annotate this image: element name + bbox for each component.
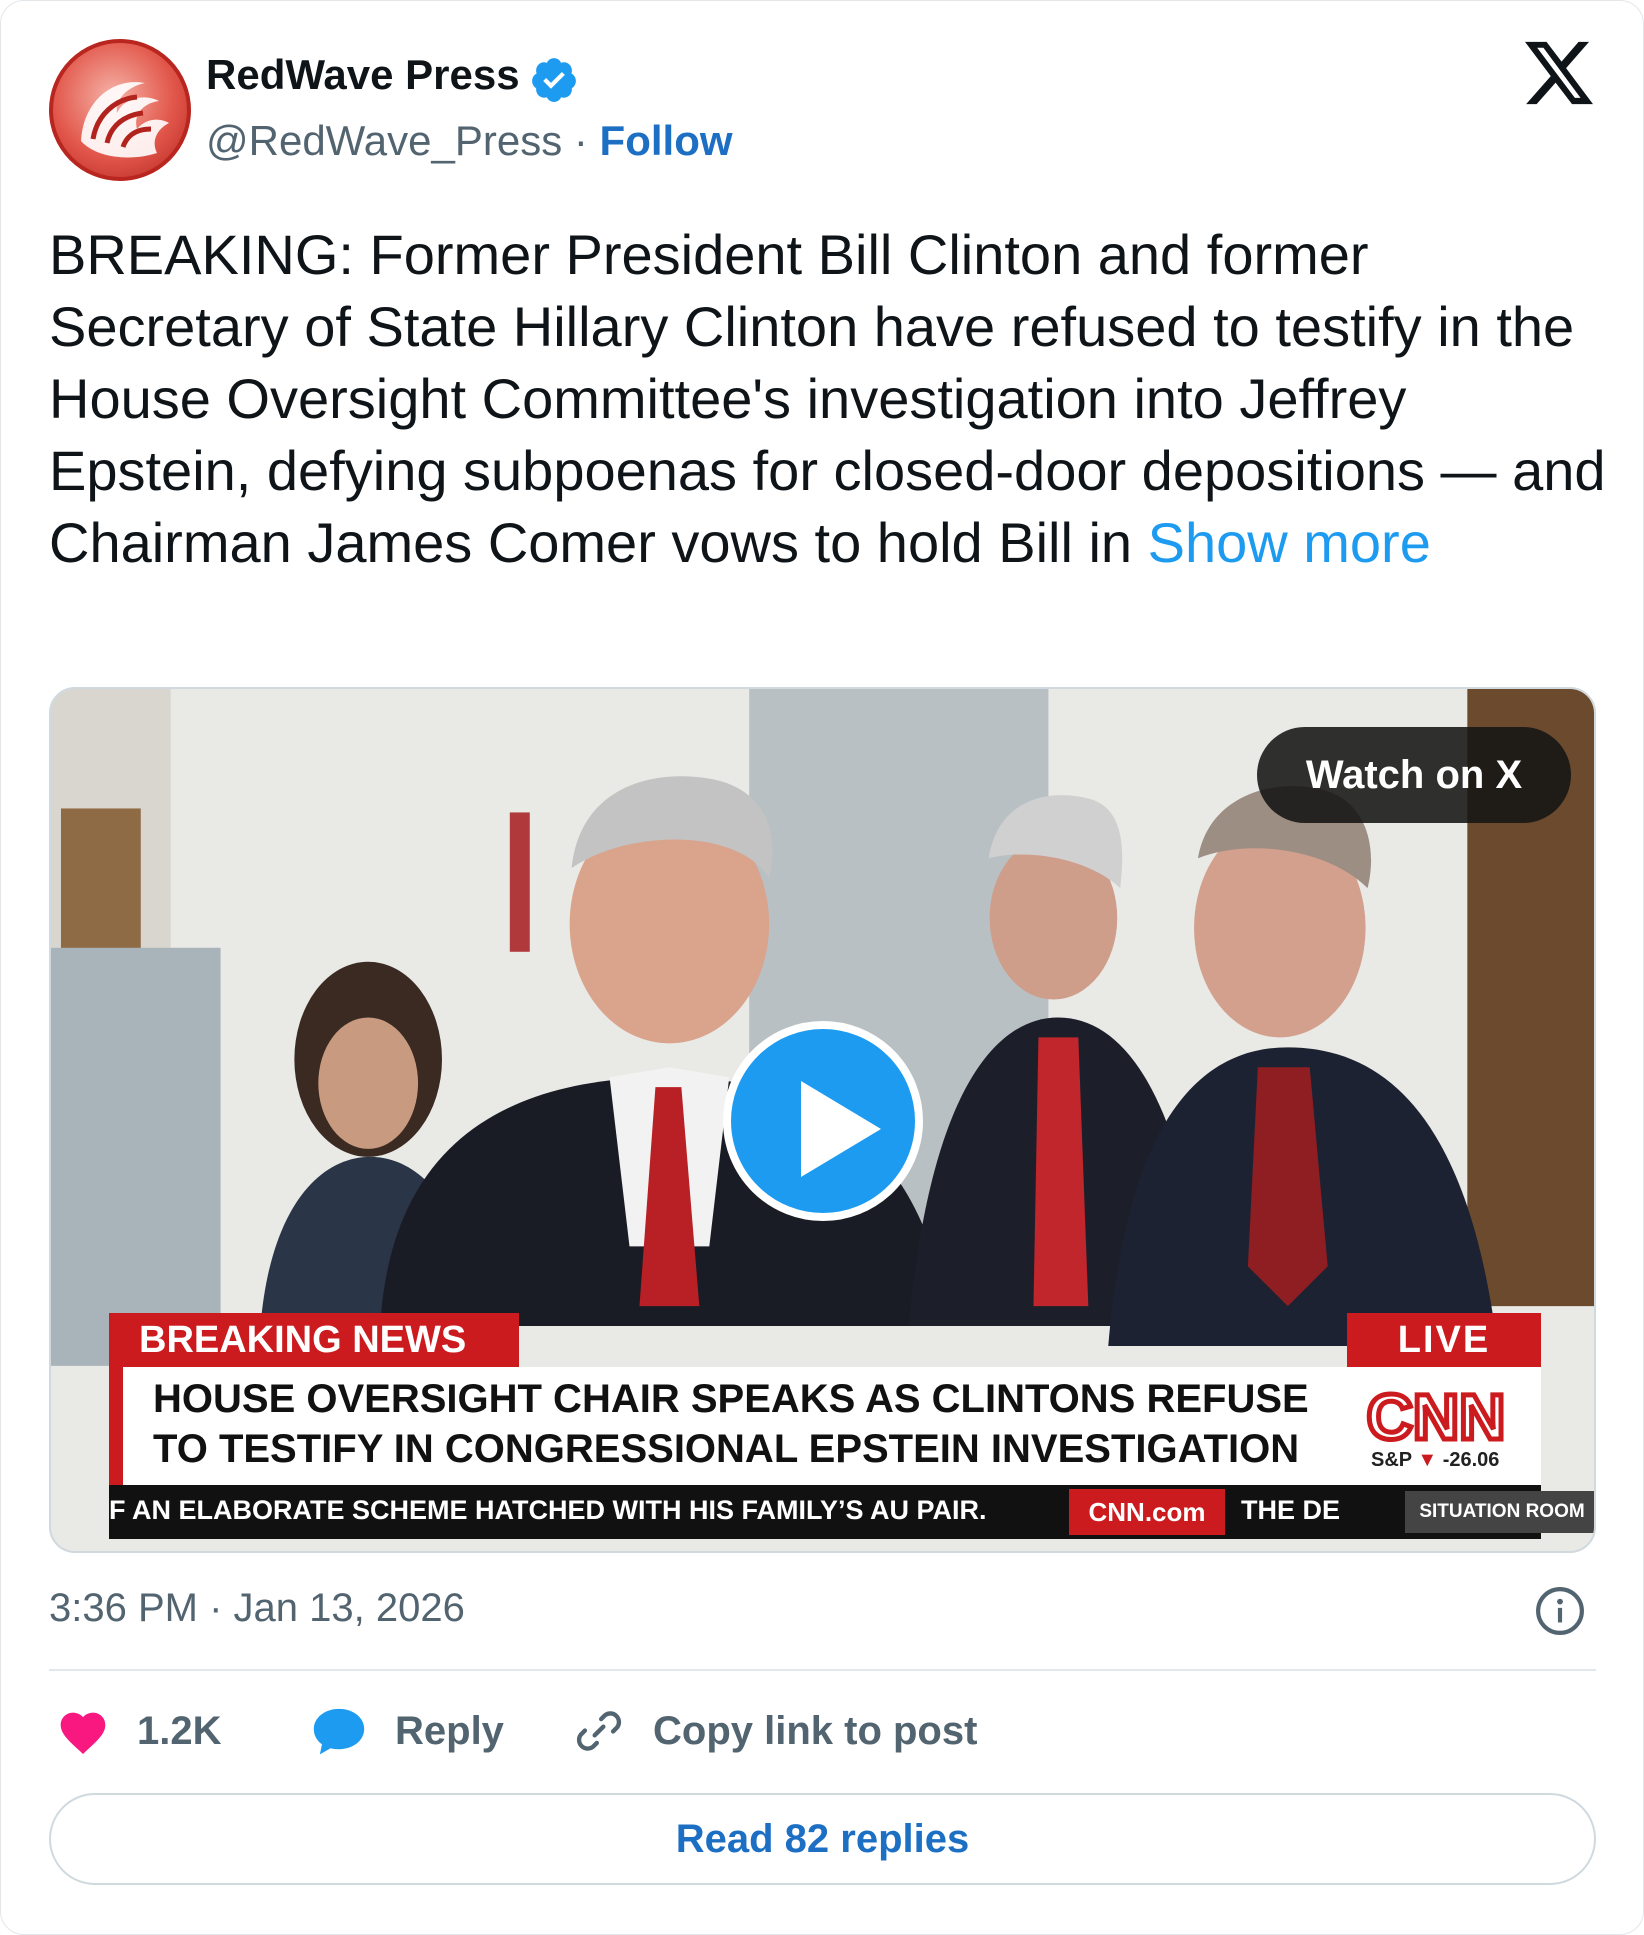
cnn-com-badge: CNN.com (1069, 1489, 1225, 1535)
headline-line-1: HOUSE OVERSIGHT CHAIR SPEAKS AS CLINTONS… (153, 1377, 1309, 1421)
copy-link-label: Copy link to post (653, 1708, 978, 1753)
watch-on-x-button[interactable]: Watch on X (1257, 727, 1571, 823)
tweet-text: BREAKING: Former President Bill Clinton … (49, 219, 1609, 579)
tweet-card: RedWave Press @RedWave_Press · Follow BR… (0, 0, 1644, 1935)
avatar[interactable] (49, 39, 191, 181)
like-count: 1.2K (137, 1708, 222, 1753)
verified-badge-icon (532, 58, 576, 102)
post-timestamp[interactable]: 3:36 PM · Jan 13, 2026 (49, 1586, 465, 1631)
link-icon (576, 1711, 622, 1751)
speech-bubble-icon (313, 1708, 365, 1755)
info-icon[interactable] (1535, 1586, 1585, 1636)
live-label: LIVE (1347, 1313, 1541, 1367)
author-name[interactable]: RedWave Press (206, 51, 520, 99)
like-button[interactable]: 1.2K (57, 1701, 222, 1761)
video-player[interactable]: Watch on X BREAKING NEWS LIVE HOUSE OVER… (49, 687, 1596, 1553)
reply-label: Reply (395, 1708, 504, 1753)
down-arrow-icon: ▼ (1417, 1449, 1438, 1471)
follow-link[interactable]: Follow (600, 117, 733, 164)
wave-logo (81, 82, 169, 158)
cnn-logo: CNN (1364, 1379, 1508, 1451)
separator: · (573, 117, 588, 164)
read-replies-button[interactable]: Read 82 replies (49, 1793, 1596, 1885)
author-handle[interactable]: @RedWave_Press (206, 117, 562, 164)
heart-icon (60, 1712, 106, 1754)
market-ticker: S&P ▼ -26.06 (1371, 1449, 1499, 1472)
news-ticker: F AN ELABORATE SCHEME HATCHED WITH HIS F… (109, 1485, 1594, 1539)
chyron-headline: HOUSE OVERSIGHT CHAIR SPEAKS AS CLINTONS… (109, 1367, 1541, 1485)
play-icon (801, 1081, 881, 1177)
handle-row: @RedWave_Press · Follow (206, 117, 733, 165)
ticker-text: F AN ELABORATE SCHEME HATCHED WITH HIS F… (109, 1495, 987, 1525)
show-more-link[interactable]: Show more (1148, 511, 1431, 574)
show-name-badge: SITUATION ROOM (1405, 1491, 1594, 1533)
action-bar: 1.2K Reply Copy link to post (49, 1701, 1596, 1761)
svg-text:CNN: CNN (1367, 1381, 1506, 1451)
copy-link-button[interactable]: Copy link to post (573, 1701, 977, 1761)
sp-label: S&P (1371, 1449, 1412, 1471)
play-button[interactable] (723, 1021, 923, 1221)
divider (49, 1669, 1596, 1671)
sp-value: -26.06 (1442, 1449, 1500, 1471)
headline-line-2: TO TESTIFY IN CONGRESSIONAL EPSTEIN INVE… (153, 1427, 1300, 1471)
x-logo-icon[interactable] (1525, 41, 1593, 105)
ticker-next: THE DE (1241, 1495, 1341, 1525)
breaking-news-label: BREAKING NEWS (109, 1313, 519, 1367)
reply-button[interactable]: Reply (311, 1701, 504, 1761)
